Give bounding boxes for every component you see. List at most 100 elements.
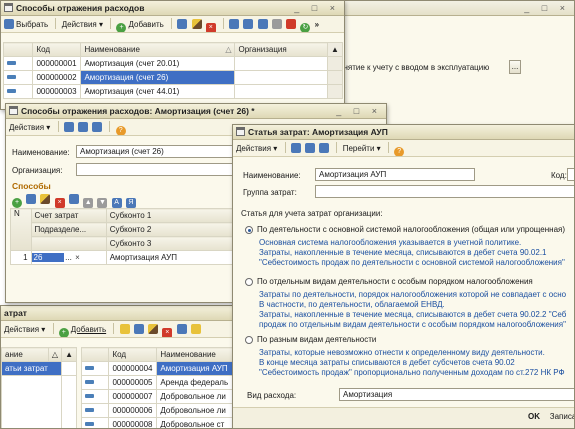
move-down-icon[interactable]: ▼ xyxy=(97,198,108,208)
subconto2-column-header[interactable]: Субконто 2 xyxy=(105,222,236,237)
window-controls[interactable]: _ □ × xyxy=(524,1,570,15)
ellipsis-button[interactable]: ... xyxy=(509,60,521,74)
table-row[interactable]: 000000004 Амортизация АУП xyxy=(80,361,239,376)
toolbar-more-icon[interactable]: » xyxy=(315,20,319,29)
table-row[interactable]: 000000005 Аренда федераль xyxy=(80,375,239,390)
window-controls[interactable]: _ □ × xyxy=(294,1,340,15)
delete-icon[interactable]: × xyxy=(205,23,216,32)
account-column-header[interactable]: Счет затрат xyxy=(30,208,107,223)
copy-icon[interactable] xyxy=(177,19,188,29)
refresh-icon[interactable] xyxy=(229,19,240,29)
actions-menu[interactable]: Действия ▾ xyxy=(62,16,103,32)
help-icon[interactable]: ? xyxy=(394,147,405,156)
subconto1-column-header[interactable]: Субконто 1 xyxy=(105,208,236,223)
table-row[interactable]: 000000002 Амортизация (счет 26) xyxy=(2,70,343,85)
table-row[interactable]: 000000008 Добровольное ст xyxy=(80,417,239,428)
expense-articles-table: Код Наименование 000000004 Амортизация АУ… xyxy=(80,347,239,428)
print-icon[interactable] xyxy=(305,143,316,153)
code-field[interactable] xyxy=(567,168,574,181)
table-row[interactable]: 000000006 Добровольное ли xyxy=(80,403,239,418)
actions-menu[interactable]: Действия ▾ xyxy=(236,140,277,156)
option-special-taxation-desc-3: Затраты, накопленные в течение месяца, с… xyxy=(259,310,567,319)
option-various-activities-label[interactable]: По разным видам деятельности xyxy=(257,335,376,344)
actions-menu[interactable]: Действия ▾ xyxy=(4,321,45,337)
group-field[interactable] xyxy=(315,185,574,198)
account-input[interactable]: 26 xyxy=(32,253,64,262)
code-label: Код: xyxy=(551,171,567,180)
tree-item[interactable]: атьи затрат xyxy=(1,361,77,376)
toolbar: Выбрать Действия ▾ + Добавить × ↻ » xyxy=(1,16,344,33)
help-icon[interactable]: ? xyxy=(115,126,126,135)
toolbar: Действия ▾ + Добавить × xyxy=(1,321,239,338)
ok-button[interactable]: OK xyxy=(523,411,545,425)
name-column-header[interactable]: Наименование △ xyxy=(80,42,236,57)
edit-icon[interactable] xyxy=(191,19,202,29)
expense-type-field[interactable]: Амортизация xyxy=(339,388,574,401)
folder-icon[interactable] xyxy=(190,324,201,334)
select-button[interactable]: Выбрать xyxy=(4,16,48,32)
scrollbar-up[interactable]: ▲ xyxy=(327,42,343,57)
delete-icon[interactable]: × xyxy=(162,328,173,337)
option-various-activities-radio[interactable] xyxy=(245,336,253,344)
window-title: Способы отражения расходов xyxy=(16,3,145,13)
hierarchy-icon[interactable] xyxy=(176,324,187,334)
account-select-button[interactable]: ... xyxy=(64,253,74,262)
save-icon[interactable] xyxy=(290,143,301,153)
table-row[interactable]: 000000003 Амортизация (счет 44.01) xyxy=(2,84,343,99)
edit-row-icon[interactable] xyxy=(40,194,51,204)
clear-account-icon[interactable]: × xyxy=(74,253,82,262)
sort-asc-icon[interactable]: A xyxy=(111,198,122,208)
code-column-header[interactable]: Код xyxy=(32,42,82,57)
option-special-taxation-label[interactable]: По отдельным видам деятельности с особым… xyxy=(257,277,533,286)
goto-menu[interactable]: Перейти ▾ xyxy=(343,140,381,156)
edit-icon[interactable] xyxy=(148,324,159,334)
item-icon xyxy=(7,89,16,93)
option-main-taxation-desc-3: "Себестоимость продаж по деятельности с … xyxy=(259,258,565,267)
option-main-taxation-radio[interactable] xyxy=(245,226,253,234)
methods-section-title: Способы xyxy=(12,181,51,191)
name-field[interactable]: Амортизация АУП xyxy=(315,168,475,181)
sort-desc-icon[interactable]: Я xyxy=(125,198,136,208)
reload-icon[interactable]: ↻ xyxy=(300,23,311,32)
expense-article-form-window: Статья затрат: Амортизация АУП Действия … xyxy=(232,124,575,429)
refresh-icon[interactable] xyxy=(319,143,330,153)
add-group-icon[interactable] xyxy=(119,324,130,334)
add-button[interactable]: + Добавить xyxy=(58,321,106,337)
add-row-icon[interactable]: + xyxy=(12,198,22,208)
subconto3-column-header[interactable]: Субконто 3 xyxy=(105,236,236,251)
expense-articles-list-window: атрат Действия ▾ + Добавить × ание △ ▲ атьи… xyxy=(0,305,240,429)
option-various-activities-desc-3: "Себестоимость продаж" пропорционально п… xyxy=(259,368,565,377)
organization-column-header[interactable]: Организация xyxy=(234,42,329,57)
division-column-header[interactable]: Подразделе... xyxy=(30,222,107,237)
groups-tree: ание △ ▲ атьи затрат xyxy=(1,347,77,428)
clear-filter-icon[interactable] xyxy=(286,19,297,29)
move-up-icon[interactable]: ▲ xyxy=(83,198,94,208)
name-column-header[interactable]: Наименование xyxy=(156,347,239,362)
filter-icon[interactable] xyxy=(243,19,254,29)
save-icon[interactable] xyxy=(63,122,74,132)
code-column-header[interactable]: Код xyxy=(108,347,158,362)
filter-list-icon[interactable] xyxy=(271,19,282,29)
refresh-icon[interactable] xyxy=(92,122,103,132)
record-button[interactable]: Записа xyxy=(547,411,574,425)
end-edit-icon[interactable] xyxy=(68,194,79,204)
filter-settings-icon[interactable] xyxy=(257,19,268,29)
option-main-taxation-label[interactable]: По деятельности с основной системой нало… xyxy=(257,225,565,234)
copy-row-icon[interactable] xyxy=(26,194,37,204)
actions-menu[interactable]: Действия ▾ xyxy=(9,119,50,135)
expense-methods-list-window: Способы отражения расходов _ □ × Выбрать… xyxy=(0,0,345,110)
option-special-taxation-radio[interactable] xyxy=(245,278,253,286)
n-column-header[interactable]: N xyxy=(10,208,32,251)
item-icon xyxy=(7,75,16,79)
add-button[interactable]: + Добавить xyxy=(116,16,164,32)
window-controls[interactable]: _ □ × xyxy=(336,104,382,118)
delete-row-icon[interactable]: × xyxy=(54,198,65,208)
table-row[interactable]: 1 26... × Амортизация АУП xyxy=(10,250,236,265)
organization-field[interactable] xyxy=(76,163,236,176)
name-field[interactable]: Амортизация (счет 26) xyxy=(76,145,236,158)
table-row[interactable]: 000000007 Добровольное ли xyxy=(80,389,239,404)
option-main-taxation-desc-1: Основная система налогообложения указыва… xyxy=(259,238,522,247)
copy-icon[interactable] xyxy=(133,324,144,334)
print-icon[interactable] xyxy=(78,122,89,132)
table-row[interactable]: 000000001 Амортизация (счет 20.01) xyxy=(2,56,343,71)
